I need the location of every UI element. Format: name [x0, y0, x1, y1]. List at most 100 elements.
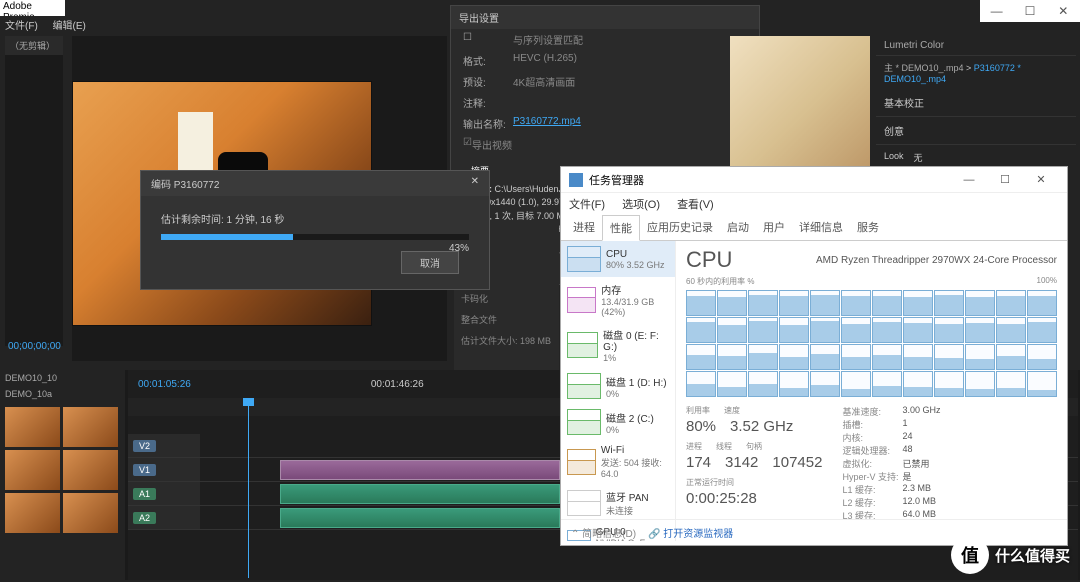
- look-dropdown[interactable]: 无: [914, 151, 923, 164]
- bin-tab[interactable]: DEMO_10a: [0, 386, 125, 402]
- tab-details[interactable]: 详细信息: [792, 215, 850, 240]
- cpu-heading: CPU: [686, 247, 732, 273]
- progress-bar: [161, 234, 469, 240]
- minimize-button[interactable]: —: [951, 174, 987, 186]
- track-badge[interactable]: A2: [133, 512, 156, 524]
- side-option[interactable]: 卡码化: [459, 288, 554, 309]
- cpu-core-cell: [810, 344, 840, 370]
- sidebar-item-cpu[interactable]: CPU80% 3.52 GHz: [561, 241, 675, 277]
- resource-monitor-link[interactable]: 🔗 打开资源监视器: [648, 525, 733, 540]
- sidebar-item-2c[interactable]: 磁盘 2 (C:)0%: [561, 404, 675, 440]
- sidebar-item-[interactable]: 内存13.4/31.9 GB (42%): [561, 277, 675, 322]
- audio-clip[interactable]: [280, 508, 560, 528]
- sidebar-item-pan[interactable]: 蓝牙 PAN未连接: [561, 484, 675, 522]
- export-video-checkbox[interactable]: 导出视频: [472, 137, 512, 152]
- basic-correction-section[interactable]: 基本校正: [876, 89, 1076, 117]
- tab-services[interactable]: 服务: [850, 215, 886, 240]
- cpu-core-cell: [841, 344, 871, 370]
- media-thumbnail[interactable]: P3160741.MOV: [63, 407, 118, 447]
- cpu-core-cell: [779, 371, 809, 397]
- track-badge[interactable]: V2: [133, 440, 156, 452]
- cpu-core-cell: [934, 290, 964, 316]
- timecode-out: 00:01:46:26: [371, 379, 424, 390]
- taskmgr-titlebar[interactable]: 任务管理器 — ☐ ✕: [561, 167, 1067, 193]
- audio-clip[interactable]: [280, 484, 560, 504]
- cpu-core-grid[interactable]: [686, 290, 1057, 397]
- cpu-core-cell: [1027, 344, 1057, 370]
- source-tab[interactable]: （无剪辑）: [5, 36, 63, 55]
- menu-options[interactable]: 选项(O): [622, 199, 660, 211]
- media-thumbnail[interactable]: P3160746.MOV: [5, 450, 60, 490]
- cpu-core-cell: [965, 344, 995, 370]
- tab-startup[interactable]: 启动: [720, 215, 756, 240]
- encoding-progress-dialog: 编码 P3160772 ✕ 估计剩余时间: 1 分钟, 16 秒 43% 取消: [140, 170, 490, 290]
- grid-label: 60 秒内的利用率 %: [686, 276, 754, 287]
- preset-dropdown[interactable]: 4K超高清画面: [513, 74, 747, 89]
- proc-label: 进程: [686, 441, 702, 452]
- cpu-core-cell: [1027, 371, 1057, 397]
- progress-message: 估计剩余时间: 1 分钟, 16 秒: [161, 211, 469, 226]
- cpu-core-cell: [903, 290, 933, 316]
- sidebar-item-0efg[interactable]: 磁盘 0 (E: F: G:)1%: [561, 322, 675, 368]
- tab-performance[interactable]: 性能: [602, 215, 640, 241]
- track-badge[interactable]: V1: [133, 464, 156, 476]
- match-sequence-checkbox[interactable]: 与序列设置匹配: [513, 32, 747, 47]
- taskmgr-menubar: 文件(F) 选项(O) 查看(V): [561, 193, 1067, 215]
- grid-max: 100%: [1037, 276, 1057, 287]
- menu-edit[interactable]: 编辑(E): [53, 21, 86, 32]
- video-clip[interactable]: [280, 460, 560, 480]
- cpu-core-cell: [872, 290, 902, 316]
- spec-row: 插槽:1: [842, 418, 940, 431]
- tab-users[interactable]: 用户: [756, 215, 792, 240]
- cpu-core-cell: [779, 290, 809, 316]
- spec-row: 逻辑处理器:48: [842, 444, 940, 457]
- menu-view[interactable]: 查看(V): [677, 199, 714, 211]
- media-thumbnail[interactable]: [5, 493, 60, 533]
- tab-app-history[interactable]: 应用历史记录: [640, 215, 720, 240]
- watermark: 值 什么值得买: [951, 536, 1070, 574]
- cpu-core-cell: [841, 317, 871, 343]
- watermark-text: 什么值得买: [995, 545, 1070, 566]
- cpu-core-cell: [1027, 317, 1057, 343]
- crumb-master[interactable]: 主 * DEMO10_.mp4: [884, 63, 964, 73]
- util-value: 80%: [686, 418, 716, 435]
- fewer-details-toggle[interactable]: ⌃ 简略信息(D): [571, 525, 636, 540]
- side-option[interactable]: 整合文件: [459, 309, 554, 330]
- handle-label: 句柄: [746, 441, 762, 452]
- close-button[interactable]: ✕: [1023, 173, 1059, 186]
- track-badge[interactable]: A1: [133, 488, 156, 500]
- maximize-button[interactable]: ☐: [1013, 0, 1046, 22]
- sidebar-item-1dh[interactable]: 磁盘 1 (D: H:)0%: [561, 368, 675, 404]
- menu-file[interactable]: 文件(F): [5, 21, 38, 32]
- menu-file[interactable]: 文件(F): [569, 199, 605, 211]
- media-thumbnail[interactable]: P3160747.MOV: [63, 450, 118, 490]
- cpu-core-cell: [717, 344, 747, 370]
- maximize-button[interactable]: ☐: [987, 173, 1023, 186]
- cpu-core-cell: [965, 371, 995, 397]
- creative-section[interactable]: 创意: [876, 117, 1076, 145]
- cpu-core-cell: [996, 317, 1026, 343]
- cpu-core-cell: [996, 344, 1026, 370]
- sidebar-item-wifi[interactable]: Wi-Fi发送: 504 接收: 64.0: [561, 440, 675, 484]
- close-button[interactable]: ✕: [1047, 0, 1080, 22]
- timecode-in[interactable]: 00:01:05:26: [138, 379, 191, 390]
- comment-label: 注释:: [463, 95, 513, 110]
- cancel-button[interactable]: 取消: [401, 251, 459, 274]
- cpu-core-cell: [686, 290, 716, 316]
- tab-processes[interactable]: 进程: [566, 215, 602, 240]
- output-name-link[interactable]: P3160772.mp4: [513, 116, 747, 131]
- cpu-core-cell: [748, 317, 778, 343]
- format-label: 格式:: [463, 53, 513, 68]
- lumetri-tab[interactable]: Lumetri Color: [876, 36, 1076, 56]
- bin-tab[interactable]: DEMO10_10: [0, 370, 125, 386]
- cpu-core-cell: [872, 344, 902, 370]
- spec-row: 内核:24: [842, 431, 940, 444]
- window-controls: — ☐ ✕: [980, 0, 1080, 22]
- format-dropdown[interactable]: HEVC (H.265): [513, 53, 747, 68]
- close-icon[interactable]: ✕: [471, 176, 479, 191]
- cpu-core-cell: [996, 371, 1026, 397]
- minimize-button[interactable]: —: [980, 0, 1013, 22]
- speed-label: 速度: [724, 405, 740, 416]
- media-thumbnail[interactable]: P3160743.MOV: [5, 407, 60, 447]
- media-thumbnail[interactable]: [63, 493, 118, 533]
